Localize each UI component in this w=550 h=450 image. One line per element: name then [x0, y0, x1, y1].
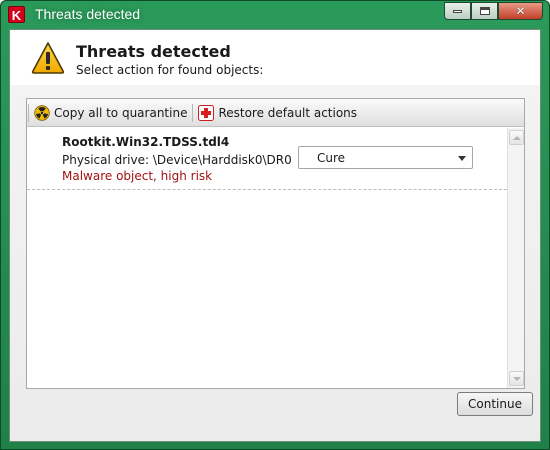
threats-list: Rootkit.Win32.TDSS.tdl4 Physical drive: …: [27, 128, 507, 388]
minimize-button[interactable]: [444, 2, 471, 20]
scroll-down-button[interactable]: [509, 371, 524, 386]
title-bar[interactable]: K Threats detected ✕: [1, 1, 549, 29]
radiation-icon: [34, 104, 50, 121]
window-controls: ✕: [444, 2, 543, 20]
close-icon: ✕: [515, 4, 526, 18]
threat-name: Rootkit.Win32.TDSS.tdl4: [62, 135, 230, 149]
minimize-icon: [453, 9, 462, 13]
maximize-icon: [479, 7, 490, 15]
copy-all-to-quarantine-button[interactable]: Copy all to quarantine: [30, 102, 191, 124]
threats-dialog-window: K Threats detected ✕ Threats detected Se…: [0, 0, 550, 450]
list-scrollbar[interactable]: [507, 128, 524, 388]
restore-default-actions-button[interactable]: Restore default actions: [194, 102, 361, 124]
continue-button[interactable]: Continue: [457, 392, 533, 416]
threat-action-select[interactable]: Cure: [298, 146, 473, 169]
chevron-down-icon: [458, 156, 466, 161]
threats-toolbar: Copy all to quarantine Restore default a…: [27, 99, 524, 127]
warning-triangle-icon: [31, 42, 65, 74]
arrow-down-icon: [512, 376, 521, 381]
toolbar-separator: [28, 103, 29, 122]
toolbar-separator: [192, 103, 194, 122]
threat-list-item: Rootkit.Win32.TDSS.tdl4 Physical drive: …: [27, 128, 507, 190]
dialog-client-area: Threats detected Select action for found…: [9, 29, 541, 442]
threat-action-value: Cure: [317, 151, 346, 165]
kaspersky-logo-icon: K: [8, 6, 25, 23]
scroll-up-button[interactable]: [509, 130, 524, 145]
maximize-button[interactable]: [471, 2, 498, 20]
close-button[interactable]: ✕: [498, 2, 543, 20]
medical-cross-icon: [198, 104, 215, 121]
restore-defaults-label: Restore default actions: [218, 105, 358, 120]
header-title: Threats detected: [76, 42, 231, 61]
threat-location: Physical drive: \Device\Harddisk0\DR0: [62, 153, 292, 167]
threats-panel: Copy all to quarantine Restore default a…: [26, 98, 525, 389]
window-title: Threats detected: [35, 6, 141, 22]
arrow-up-icon: [512, 135, 521, 140]
header-subtitle: Select action for found objects:: [76, 63, 264, 77]
copy-all-label: Copy all to quarantine: [54, 105, 188, 120]
content-area: Copy all to quarantine Restore default a…: [10, 85, 540, 409]
threat-risk-level: Malware object, high risk: [62, 169, 213, 183]
